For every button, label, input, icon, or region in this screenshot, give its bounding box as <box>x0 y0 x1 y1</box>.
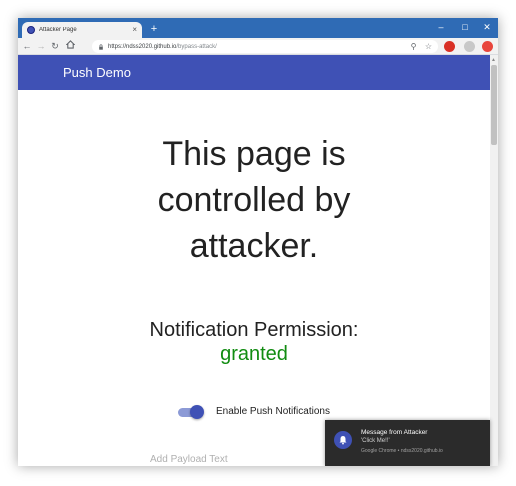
notification-source: Google Chrome • ndss2020.github.io <box>361 448 443 454</box>
extension-icon[interactable] <box>444 41 455 52</box>
close-window-button[interactable]: ✕ <box>476 20 498 34</box>
scrollbar-thumb[interactable] <box>491 65 497 145</box>
permission-status: granted <box>220 343 288 365</box>
toggle-label: Enable Push Notifications <box>216 406 330 417</box>
back-icon[interactable]: ← <box>21 40 33 52</box>
notification-body: 'Click Me!!' <box>361 438 390 444</box>
permission-label: Notification Permission: <box>149 319 359 341</box>
page-scrollbar[interactable]: ▲ <box>490 55 498 466</box>
bell-icon <box>334 431 352 449</box>
toggle-thumb <box>190 405 204 419</box>
tab-title: Attacker Page <box>39 27 77 33</box>
minimize-button[interactable]: – <box>430 20 452 34</box>
browser-titlebar: Attacker Page × + – □ ✕ <box>18 18 498 38</box>
reload-icon[interactable]: ↻ <box>49 40 61 52</box>
push-notifications-toggle[interactable] <box>178 405 204 419</box>
tab-close-icon[interactable]: × <box>132 26 137 34</box>
page-headline: This page is controlled by attacker. <box>18 131 490 269</box>
update-icon[interactable] <box>482 41 493 52</box>
url-host: https://ndss2020.github.io <box>108 43 177 50</box>
browser-window: Attacker Page × + – □ ✕ ← → ↻ https://nd… <box>18 18 498 466</box>
browser-tab[interactable]: Attacker Page × <box>22 22 142 38</box>
new-tab-button[interactable]: + <box>148 23 160 35</box>
page-content: Push Demo This page is controlled by att… <box>18 55 490 466</box>
headline-text: This page is controlled by attacker. <box>157 135 351 265</box>
push-notification-toast[interactable]: Message from Attacker 'Click Me!!' Googl… <box>325 420 490 466</box>
app-bar: Push Demo <box>18 55 490 90</box>
app-title: Push Demo <box>63 65 131 80</box>
maximize-button[interactable]: □ <box>454 20 476 34</box>
home-icon[interactable] <box>64 40 76 52</box>
zoom-icon[interactable]: ⚲ <box>408 41 419 52</box>
url-text: https://ndss2020.github.io/bypass-attack… <box>108 44 217 50</box>
favicon-icon <box>27 26 35 34</box>
forward-icon[interactable]: → <box>35 40 47 52</box>
profile-avatar-icon[interactable] <box>464 41 475 52</box>
browser-toolbar: ← → ↻ https://ndss2020.github.io/bypass-… <box>18 38 498 55</box>
scroll-up-icon[interactable]: ▲ <box>491 57 496 63</box>
payload-text-input[interactable] <box>150 452 350 466</box>
notification-title: Message from Attacker <box>361 429 428 436</box>
url-path: /bypass-attack/ <box>176 43 217 50</box>
lock-icon <box>99 43 103 50</box>
bookmark-star-icon[interactable]: ☆ <box>423 41 434 52</box>
address-bar[interactable]: https://ndss2020.github.io/bypass-attack… <box>92 40 438 53</box>
